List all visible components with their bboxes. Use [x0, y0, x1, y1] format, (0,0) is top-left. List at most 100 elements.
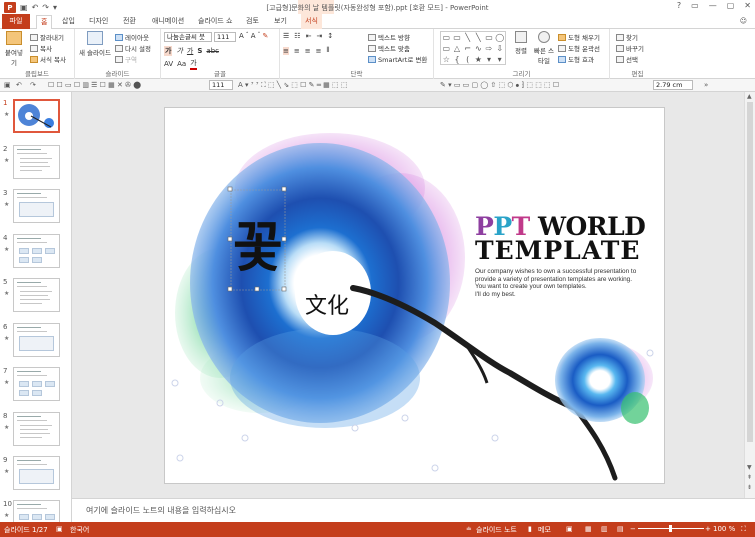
- replace-icon: [616, 44, 624, 52]
- select-button[interactable]: 선택: [616, 54, 638, 64]
- normal-view-icon[interactable]: ▣: [566, 525, 573, 533]
- smartart-button[interactable]: SmartArt로 변환: [368, 54, 427, 64]
- toolbar-more-icon[interactable]: »: [704, 81, 708, 89]
- font-style-buttons[interactable]: 가 가 가 Sabc: [164, 46, 219, 56]
- zoom-out-icon[interactable]: −: [630, 525, 636, 533]
- shape-outline-label: 도형 윤곽선: [568, 45, 600, 53]
- list-buttons[interactable]: ☰ ☷ ⇤ ⇥ ↕: [283, 32, 333, 40]
- paste-button[interactable]: 붙여넣기: [3, 31, 25, 67]
- shapes-gallery[interactable]: ▭ ▭ ╲ ╲ ▭ ◯ ▭ △ ⌐ ∿ ⇨ ⇩ ☆{(★ ▾ ▾: [440, 31, 506, 65]
- reset-button[interactable]: 다시 설정: [115, 43, 151, 53]
- notes-pane[interactable]: 여기에 슬라이드 노트의 내용을 입력하십시오: [72, 498, 755, 521]
- zoom-level[interactable]: 100 %: [713, 525, 735, 533]
- minimize-icon[interactable]: —: [709, 1, 717, 10]
- font-size-mini[interactable]: 111: [209, 80, 233, 90]
- font-grow-shrink[interactable]: Aˆ Aˇ ✎: [239, 32, 268, 40]
- notes-toggle[interactable]: 슬라이드 노트: [476, 525, 517, 535]
- width-field[interactable]: 2.79 cm: [653, 80, 693, 90]
- slide-thumbnail[interactable]: [13, 234, 60, 268]
- tab-slideshow[interactable]: 슬라이드 쇼: [198, 16, 232, 26]
- zoom-in-icon[interactable]: +: [705, 525, 711, 533]
- slide-thumbnail[interactable]: [13, 323, 60, 357]
- toolbar-icons-1[interactable]: ☐ ☐ ▭ ☐ ▥ ☰ ☐ ▦ ✕ ✇ ⬤: [48, 81, 141, 89]
- slideshow-view-icon[interactable]: ▤: [617, 525, 624, 533]
- redo-icon[interactable]: ↷: [30, 81, 36, 89]
- reading-view-icon[interactable]: ▥: [601, 525, 608, 533]
- binoculars-icon: [616, 33, 624, 41]
- tab-home[interactable]: 홈: [36, 15, 53, 30]
- slide-thumbnail[interactable]: [13, 412, 60, 446]
- maximize-icon[interactable]: ▢: [727, 1, 735, 10]
- fit-slide-icon[interactable]: ⛶: [741, 525, 746, 534]
- zoom-slider-knob[interactable]: [669, 525, 672, 532]
- status-bar: 슬라이드 1/27 ▣ 한국어 ≐ 슬라이드 노트 ▮ 메모 ▣ ▦ ▥ ▤ −…: [0, 522, 755, 537]
- tab-design[interactable]: 디자인: [89, 16, 108, 26]
- help-icon[interactable]: ?: [677, 1, 681, 10]
- save-icon[interactable]: ▣: [4, 81, 11, 89]
- tab-view[interactable]: 보기: [274, 16, 287, 26]
- comments-icon[interactable]: ▮: [528, 525, 532, 533]
- group-drawing: ▭ ▭ ╲ ╲ ▭ ◯ ▭ △ ⌐ ∿ ⇨ ⇩ ☆{(★ ▾ ▾ 정렬 빠른 스타일 도형 채우기 도형…: [434, 29, 610, 79]
- align-buttons[interactable]: ≡ ≡ ≡ ≡ ⫴: [283, 46, 329, 55]
- vertical-scrollbar[interactable]: ▲ ▼ ⇞ ⇟: [744, 92, 755, 498]
- shape-effects-button[interactable]: 도형 효과: [558, 54, 594, 64]
- slide-title-line2[interactable]: TEMPLATE: [475, 236, 640, 265]
- shape-fill-button[interactable]: 도형 채우기: [558, 32, 600, 42]
- arrange-button[interactable]: 정렬: [512, 31, 530, 55]
- prev-slide-icon[interactable]: ⇞: [747, 474, 752, 481]
- selection-handle: [227, 186, 233, 192]
- tab-review[interactable]: 검토: [246, 16, 259, 26]
- slide-thumbnail[interactable]: [13, 367, 60, 401]
- tab-transitions[interactable]: 전환: [123, 16, 136, 26]
- new-slide-button[interactable]: 새 슬라이드: [78, 31, 112, 57]
- scissors-icon: [30, 33, 38, 41]
- tab-format[interactable]: 서식: [301, 14, 322, 29]
- layout-button[interactable]: 레이아웃: [115, 32, 149, 42]
- toolbar-icons-2[interactable]: A ▾ ⁷ ⁷ ⛶ ⬚ ╲ ⇘ ⬚ ☐ ✎ ═ ▦ ⬚ ⬚: [238, 81, 347, 90]
- slide-thumbnail[interactable]: [13, 278, 60, 312]
- find-button[interactable]: 찾기: [616, 32, 638, 42]
- animation-star-icon: ★: [4, 290, 10, 297]
- undo-icon[interactable]: ↶: [16, 81, 22, 89]
- tab-file[interactable]: 파일: [2, 14, 30, 29]
- copy-button[interactable]: 복사: [30, 43, 52, 53]
- user-account[interactable]: ☺: [740, 17, 747, 25]
- notes-toggle-icon[interactable]: ≐: [466, 525, 472, 533]
- scroll-thumb[interactable]: [747, 102, 753, 442]
- font-name-combo[interactable]: 나눔손글씨 붓: [164, 32, 212, 42]
- ribbon-display-icon[interactable]: ▭: [691, 1, 699, 10]
- slide-thumbnail[interactable]: [13, 145, 60, 179]
- slide-thumbnail[interactable]: [13, 99, 60, 133]
- tab-animations[interactable]: 애니메이션: [152, 16, 184, 26]
- sorter-view-icon[interactable]: ▦: [585, 525, 592, 533]
- slide-number: 3: [3, 189, 8, 197]
- slide-thumbnail[interactable]: [13, 500, 60, 522]
- section-icon: [115, 55, 123, 63]
- replace-button[interactable]: 바꾸기: [616, 43, 644, 53]
- slide-thumbnail[interactable]: [13, 189, 60, 223]
- comments-toggle[interactable]: 메모: [538, 525, 551, 535]
- spellcheck-icon[interactable]: ▣: [56, 525, 63, 533]
- smartart-icon: [368, 55, 376, 63]
- toolbar-icons-3[interactable]: ✎ ▾ ▭ ▭ ▢ ◯ ⇧ ⬚ ⬡ ⦁ ⁆ ⬚ ⬚ ⬚ ☐: [440, 81, 559, 90]
- next-slide-icon[interactable]: ⇟: [747, 484, 752, 491]
- slide-body-text[interactable]: Our company wishes to own a successful p…: [475, 268, 655, 298]
- align-text-button[interactable]: 텍스트 맞춤: [368, 43, 410, 53]
- animation-star-icon: ★: [4, 111, 10, 118]
- scroll-up-icon[interactable]: ▲: [747, 93, 752, 100]
- scroll-down-icon[interactable]: ▼: [747, 464, 752, 471]
- font-size-combo[interactable]: 111: [214, 32, 236, 42]
- close-icon[interactable]: ✕: [744, 1, 751, 10]
- cut-button[interactable]: 잘라내기: [30, 32, 64, 42]
- quick-styles-button[interactable]: 빠른 스타일: [532, 31, 556, 65]
- language-status[interactable]: 한국어: [70, 525, 89, 535]
- align-text-icon: [368, 44, 376, 52]
- tab-insert[interactable]: 삽입: [62, 16, 75, 26]
- text-direction-button[interactable]: 텍스트 방향: [368, 32, 410, 42]
- text-direction-label: 텍스트 방향: [378, 34, 410, 42]
- section-button[interactable]: 구역: [115, 54, 137, 64]
- shape-outline-button[interactable]: 도형 윤곽선: [558, 43, 600, 53]
- main-slide[interactable]: 꽃 文化 PPT WORLD TEMPLATE Our company wish…: [164, 107, 665, 484]
- slide-thumbnail[interactable]: [13, 456, 60, 490]
- format-painter-button[interactable]: 서식 복사: [30, 54, 66, 64]
